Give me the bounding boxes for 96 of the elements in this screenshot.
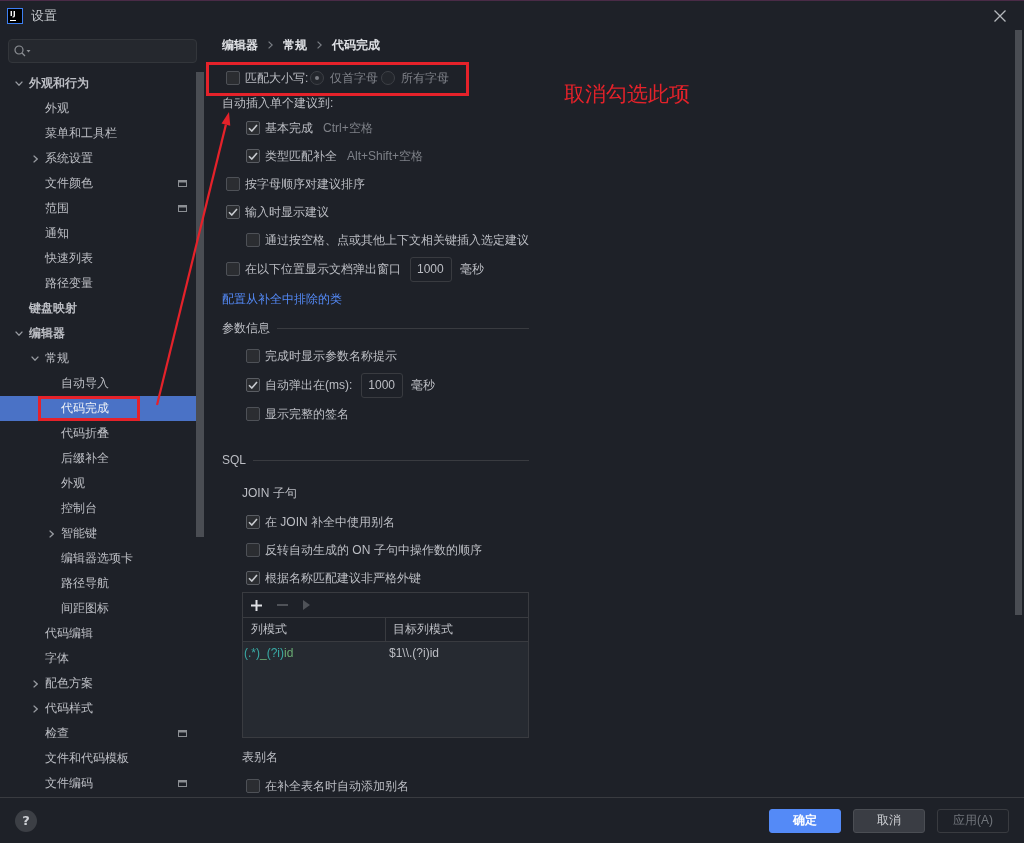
unit-label: 毫秒: [460, 261, 484, 277]
checkbox[interactable]: [246, 407, 260, 421]
column-header: 目标列模式: [392, 621, 454, 638]
annotation-note: 取消勾选此项: [564, 82, 690, 106]
tree-item[interactable]: 路径导航: [0, 571, 196, 596]
tree-item[interactable]: 菜单和工具栏: [0, 121, 196, 146]
tree-item[interactable]: 配色方案: [0, 671, 196, 696]
tree-item[interactable]: 文件和代码模板: [0, 746, 196, 771]
table-cell-text: $1\\.(?i)id: [388, 645, 441, 662]
tree-item[interactable]: 代码样式: [0, 696, 196, 721]
checkbox[interactable]: [246, 233, 260, 247]
shortcut-hint: Ctrl+空格: [323, 120, 373, 136]
link[interactable]: 配置从补全中排除的类: [222, 291, 342, 307]
help-button[interactable]: ?: [15, 809, 37, 832]
plus-icon[interactable]: [251, 599, 262, 611]
tree-item[interactable]: 外观和行为: [0, 71, 196, 96]
section-title: SQL: [222, 452, 246, 468]
checkbox[interactable]: [226, 262, 240, 276]
tree-item[interactable]: 外观: [0, 471, 196, 496]
breadcrumb-item[interactable]: 常规: [283, 36, 307, 54]
tree-item[interactable]: 文件编码: [0, 771, 196, 796]
search-field[interactable]: [8, 39, 197, 63]
checkbox-label: 根据名称匹配建议非严格外键: [265, 570, 421, 586]
tree-item[interactable]: 间距图标: [0, 596, 196, 621]
section-title: 参数信息: [222, 320, 270, 336]
tree-item[interactable]: 智能键: [0, 521, 196, 546]
checkbox-label: 类型匹配补全: [265, 148, 337, 164]
tree-item[interactable]: 自动导入: [0, 371, 196, 396]
checkbox-label: 基本完成: [265, 120, 313, 136]
chevron-right-icon[interactable]: [33, 679, 38, 688]
checkbox[interactable]: [226, 177, 240, 191]
tree-item[interactable]: 范围: [0, 196, 196, 221]
checkbox[interactable]: [246, 779, 260, 793]
search-icon: [14, 45, 31, 57]
checkbox-label: 输入时显示建议: [245, 204, 329, 220]
radio-label: 所有字母: [401, 70, 450, 86]
chevron-right-icon: [268, 41, 273, 49]
chevron-right-icon[interactable]: [49, 529, 54, 538]
tree-item[interactable]: 常规: [0, 346, 196, 371]
chevron-down-icon[interactable]: [31, 356, 39, 361]
tree-item[interactable]: 检查: [0, 721, 196, 746]
checkbox-label: 通过按空格、点或其他上下文相关键插入选定建议: [265, 232, 529, 248]
checkbox-label: 完成时显示参数名称提示: [265, 348, 397, 364]
dialog-button[interactable]: 取消: [853, 808, 925, 833]
tree-item[interactable]: 通知: [0, 221, 196, 246]
checkbox[interactable]: [226, 71, 240, 85]
chevron-right-icon: [317, 41, 322, 49]
subsection-title: JOIN 子句: [242, 485, 297, 501]
number-field[interactable]: 1000: [361, 372, 404, 398]
chevron-down-icon[interactable]: [15, 81, 23, 86]
tree-item[interactable]: 键盘映射: [0, 296, 196, 321]
subsection-title: 表别名: [242, 749, 278, 765]
tree-item[interactable]: 路径变量: [0, 271, 196, 296]
table-cell-text: (.*)_(?i)id: [243, 645, 295, 662]
close-icon: [994, 9, 1006, 22]
breadcrumb-item[interactable]: 代码完成: [332, 36, 380, 54]
checkbox-label: 显示完整的签名: [265, 406, 349, 422]
window-title: 设置: [31, 7, 57, 24]
checkbox-label: 反转自动生成的 ON 子句中操作数的顺序: [265, 542, 482, 558]
number-field[interactable]: 1000: [410, 256, 452, 282]
group-label: 自动插入单个建议到:: [222, 95, 334, 111]
checkbox[interactable]: [246, 149, 260, 163]
chevron-down-icon[interactable]: [15, 331, 23, 336]
checkbox-label: 在补全表名时自动添加别名: [265, 778, 409, 794]
tree-item[interactable]: 编辑器选项卡: [0, 546, 196, 571]
tree-item[interactable]: 系统设置: [0, 146, 196, 171]
checkbox-label: 在 JOIN 补全中使用别名: [265, 514, 395, 530]
tree-item[interactable]: 外观: [0, 96, 196, 121]
checkbox[interactable]: [246, 121, 260, 135]
tree-item[interactable]: 文件颜色: [0, 171, 196, 196]
tree-item[interactable]: 编辑器: [0, 321, 196, 346]
tree-item[interactable]: 代码折叠: [0, 421, 196, 446]
checkbox-label: 自动弹出在(ms):: [265, 377, 353, 393]
checkbox[interactable]: [246, 515, 260, 529]
chevron-right-icon[interactable]: [33, 154, 38, 163]
breadcrumb-item[interactable]: 编辑器: [222, 36, 258, 54]
chevron-right-icon[interactable]: [33, 704, 38, 713]
tree-item[interactable]: 字体: [0, 646, 196, 671]
unit-label: 毫秒: [411, 377, 436, 393]
shortcut-hint: Alt+Shift+空格: [347, 148, 424, 164]
tree-item[interactable]: 快速列表: [0, 246, 196, 271]
checkbox[interactable]: [246, 349, 260, 363]
checkbox[interactable]: [246, 378, 260, 392]
scrollbar-thumb[interactable]: [1015, 30, 1022, 615]
column-header: 列模式: [243, 618, 386, 641]
radio-label: 仅首字母: [330, 70, 379, 86]
scrollbar-thumb[interactable]: [196, 72, 204, 537]
checkbox[interactable]: [226, 205, 240, 219]
checkbox[interactable]: [246, 571, 260, 585]
tree-item[interactable]: 后缀补全: [0, 446, 196, 471]
checkbox[interactable]: [246, 543, 260, 557]
checkbox-label: 匹配大小写:: [245, 70, 309, 86]
tree-item[interactable]: 代码编辑: [0, 621, 196, 646]
checkbox-label: 在以下位置显示文档弹出窗口: [245, 261, 401, 277]
checkbox-label: 按字母顺序对建议排序: [245, 176, 365, 192]
tree-item[interactable]: 控制台: [0, 496, 196, 521]
